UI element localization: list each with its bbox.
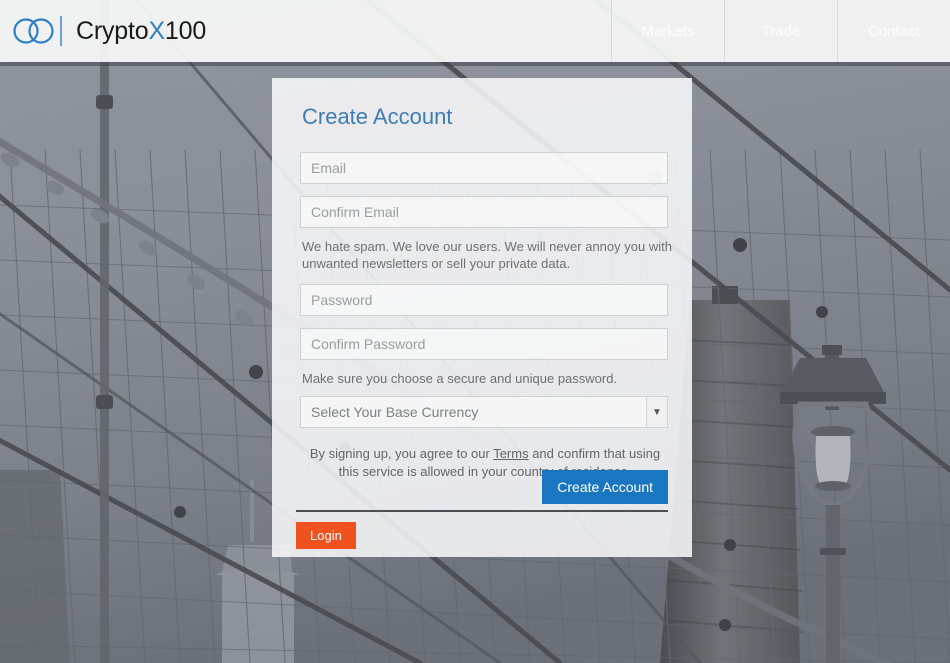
header-underline [0,62,950,66]
brand-wordmark: CryptoX100 [76,17,206,46]
password-field[interactable] [300,284,668,316]
page-title: Create Account [302,104,453,129]
confirm-password-field[interactable] [300,328,668,360]
page-root: CryptoX100 Markets Trade Contact Create … [0,0,950,663]
site-header: CryptoX100 Markets Trade Contact [0,0,950,62]
brand-divider [60,16,62,46]
base-currency-select[interactable]: Select Your Base Currency [300,396,668,428]
infinity-loop-icon [13,18,54,44]
nav-item-markets[interactable]: Markets [611,0,724,62]
base-currency-select-wrapper[interactable]: Select Your Base Currency ▼ [300,396,668,428]
password-hint-text: Make sure you choose a secure and unique… [302,371,618,386]
terms-link[interactable]: Terms [493,446,528,461]
nav-item-trade[interactable]: Trade [724,0,837,62]
main-navigation: Markets Trade Contact [611,0,950,62]
panel-divider [296,510,668,512]
nav-item-contact[interactable]: Contact [837,0,950,62]
brand-name-highlight: X [148,16,165,45]
login-button[interactable]: Login [296,522,356,549]
spam-hint-text: We hate spam. We love our users. We will… [302,239,672,271]
create-account-panel: Create Account We hate spam. We love our… [272,78,692,557]
create-account-button[interactable]: Create Account [542,470,668,504]
terms-prefix: By signing up, you agree to our [309,446,494,461]
email-field[interactable] [300,152,668,184]
confirm-email-field[interactable] [300,196,668,228]
brand-name-prefix: Crypto [76,16,149,45]
brand-name-suffix: 100 [164,16,207,45]
brand-logo-group[interactable]: CryptoX100 [12,0,206,62]
